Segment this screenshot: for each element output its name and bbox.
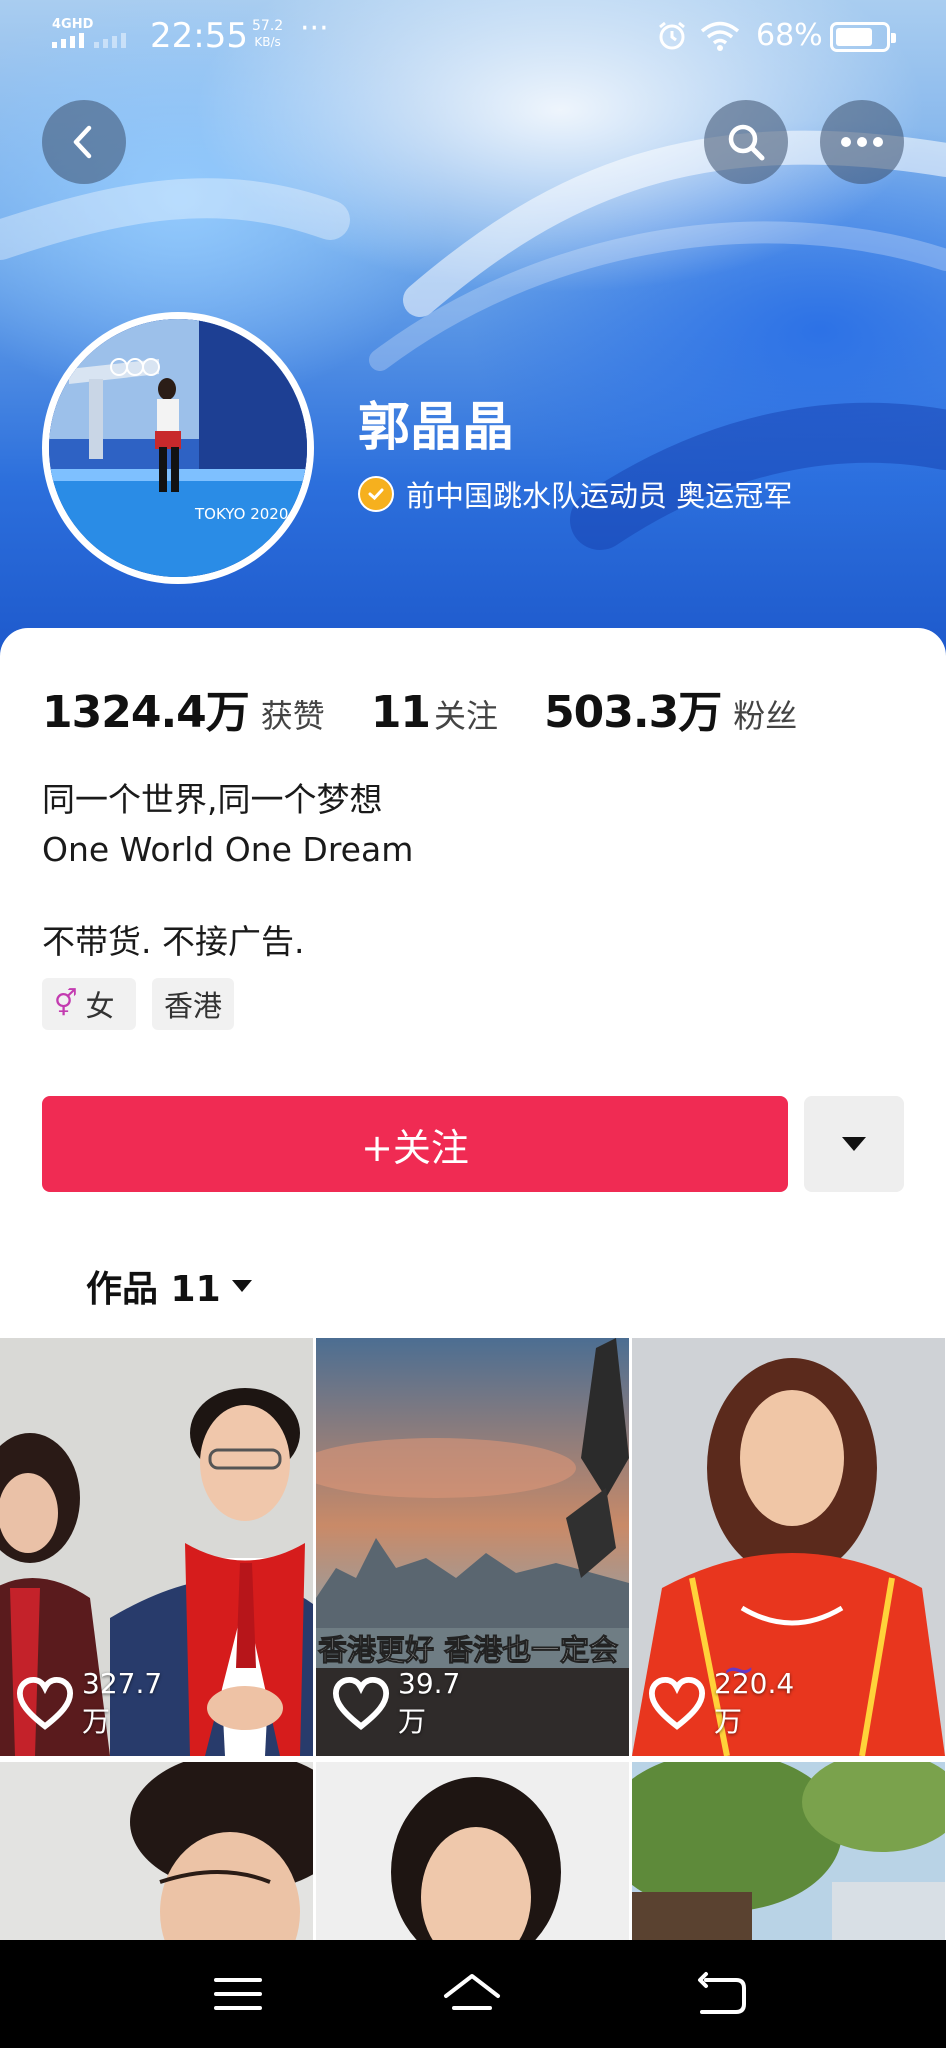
stat-following-value[interactable]: 11 bbox=[371, 687, 431, 738]
verified-text: 前中国跳水队运动员 奥运冠军 bbox=[406, 479, 793, 513]
network-type: 4GHD bbox=[52, 17, 94, 32]
heart-icon bbox=[648, 1677, 706, 1731]
profile-name: 郭晶晶 bbox=[358, 398, 515, 458]
video-grid: 327.7万 香港更好 香港也一定会 39.7万 ~ 220.4万 bbox=[0, 1338, 946, 1952]
back-nav-icon[interactable] bbox=[692, 1968, 752, 2020]
wifi-icon bbox=[700, 21, 740, 51]
battery-icon bbox=[830, 22, 896, 52]
recommend-dropdown-button[interactable] bbox=[804, 1096, 904, 1192]
more-options-button[interactable] bbox=[820, 100, 904, 184]
like-count-value: 39.7万 bbox=[398, 1667, 461, 1738]
caret-down-icon bbox=[231, 1280, 252, 1292]
heart-icon bbox=[332, 1677, 390, 1731]
bio-line: One World One Dream bbox=[42, 830, 414, 869]
stat-followers-label[interactable]: 粉丝 bbox=[733, 691, 797, 737]
speed-unit: KB/s bbox=[254, 35, 281, 49]
follow-label: +关注 bbox=[361, 1125, 469, 1170]
profile-card: 1324.4万 获赞 11 关注 503.3万 粉丝 同一个世界,同一个梦想 O… bbox=[0, 628, 946, 1952]
stat-followers-value[interactable]: 503.3万 bbox=[544, 676, 722, 740]
back-button[interactable] bbox=[42, 100, 126, 184]
verified-badge: 前中国跳水队运动员 奥运冠军 bbox=[358, 474, 792, 514]
verified-check-icon bbox=[358, 476, 394, 512]
avatar-sign: TOKYO 2020 bbox=[194, 505, 288, 523]
location-label: 香港 bbox=[164, 989, 223, 1023]
stat-following-label[interactable]: 关注 bbox=[434, 691, 498, 737]
search-icon bbox=[728, 124, 765, 161]
video-thumbnail bbox=[632, 1762, 945, 1952]
profile-banner: 4GHD 22:55 57.2 KB/s ··· 68% TOKYO 2020 … bbox=[0, 0, 946, 690]
alarm-icon bbox=[659, 21, 685, 50]
like-count: 220.4万 bbox=[648, 1667, 794, 1740]
battery-percent: 68% bbox=[756, 18, 823, 53]
tab-works[interactable]: 作品 11 bbox=[86, 1260, 253, 1312]
signal-icon bbox=[52, 33, 126, 48]
like-count: 39.7万 bbox=[332, 1667, 460, 1740]
gender-label: 女 bbox=[85, 989, 115, 1023]
follow-button[interactable]: +关注 bbox=[42, 1096, 788, 1192]
gender-tag: ⚥ 女 bbox=[42, 978, 136, 1030]
chevron-left-icon bbox=[73, 125, 92, 159]
system-nav-bar bbox=[0, 1940, 946, 2048]
like-count-value: 220.4万 bbox=[714, 1667, 795, 1738]
avatar-photo: TOKYO 2020 bbox=[49, 319, 307, 577]
menu-icon[interactable] bbox=[208, 1968, 268, 2020]
status-bar: 4GHD 22:55 57.2 KB/s ··· 68% bbox=[0, 0, 946, 72]
bio-line: 同一个世界,同一个梦想 bbox=[42, 780, 383, 819]
network-speed: 57.2 KB/s bbox=[252, 18, 283, 50]
bio-line: 不带货. 不接广告. bbox=[42, 922, 305, 961]
location-tag: 香港 bbox=[152, 978, 235, 1030]
stat-likes-value[interactable]: 1324.4万 bbox=[42, 676, 250, 740]
home-icon[interactable] bbox=[442, 1968, 502, 2020]
profile-stats: 1324.4万 获赞 11 关注 503.3万 粉丝 bbox=[42, 676, 843, 740]
video-card[interactable]: ~ 220.4万 bbox=[632, 1338, 945, 1756]
video-card[interactable]: 香港更好 香港也一定会 39.7万 bbox=[316, 1338, 629, 1756]
triangle-down-icon bbox=[842, 1137, 866, 1151]
video-card[interactable] bbox=[0, 1762, 313, 1952]
female-icon: ⚥ bbox=[54, 989, 78, 1019]
clock: 22:55 bbox=[150, 16, 248, 56]
video-card[interactable] bbox=[316, 1762, 629, 1952]
video-card[interactable]: 327.7万 bbox=[0, 1338, 313, 1756]
avatar[interactable]: TOKYO 2020 bbox=[42, 312, 314, 584]
search-button[interactable] bbox=[704, 100, 788, 184]
video-thumbnail bbox=[0, 1762, 313, 1952]
like-count-value: 327.7万 bbox=[82, 1667, 163, 1738]
like-count: 327.7万 bbox=[16, 1667, 162, 1740]
video-caption: 香港更好 香港也一定会 bbox=[318, 1633, 618, 1667]
video-card[interactable] bbox=[632, 1762, 945, 1952]
speed-value: 57.2 bbox=[252, 18, 284, 34]
more-dots-icon bbox=[841, 137, 883, 147]
profile-page: 4GHD 22:55 57.2 KB/s ··· 68% TOKYO 2020 … bbox=[0, 0, 946, 2048]
status-more: ··· bbox=[300, 11, 329, 46]
stat-likes-label[interactable]: 获赞 bbox=[261, 691, 325, 737]
tab-works-label: 作品 11 bbox=[86, 1269, 221, 1310]
video-thumbnail bbox=[316, 1762, 629, 1952]
heart-icon bbox=[16, 1677, 74, 1731]
